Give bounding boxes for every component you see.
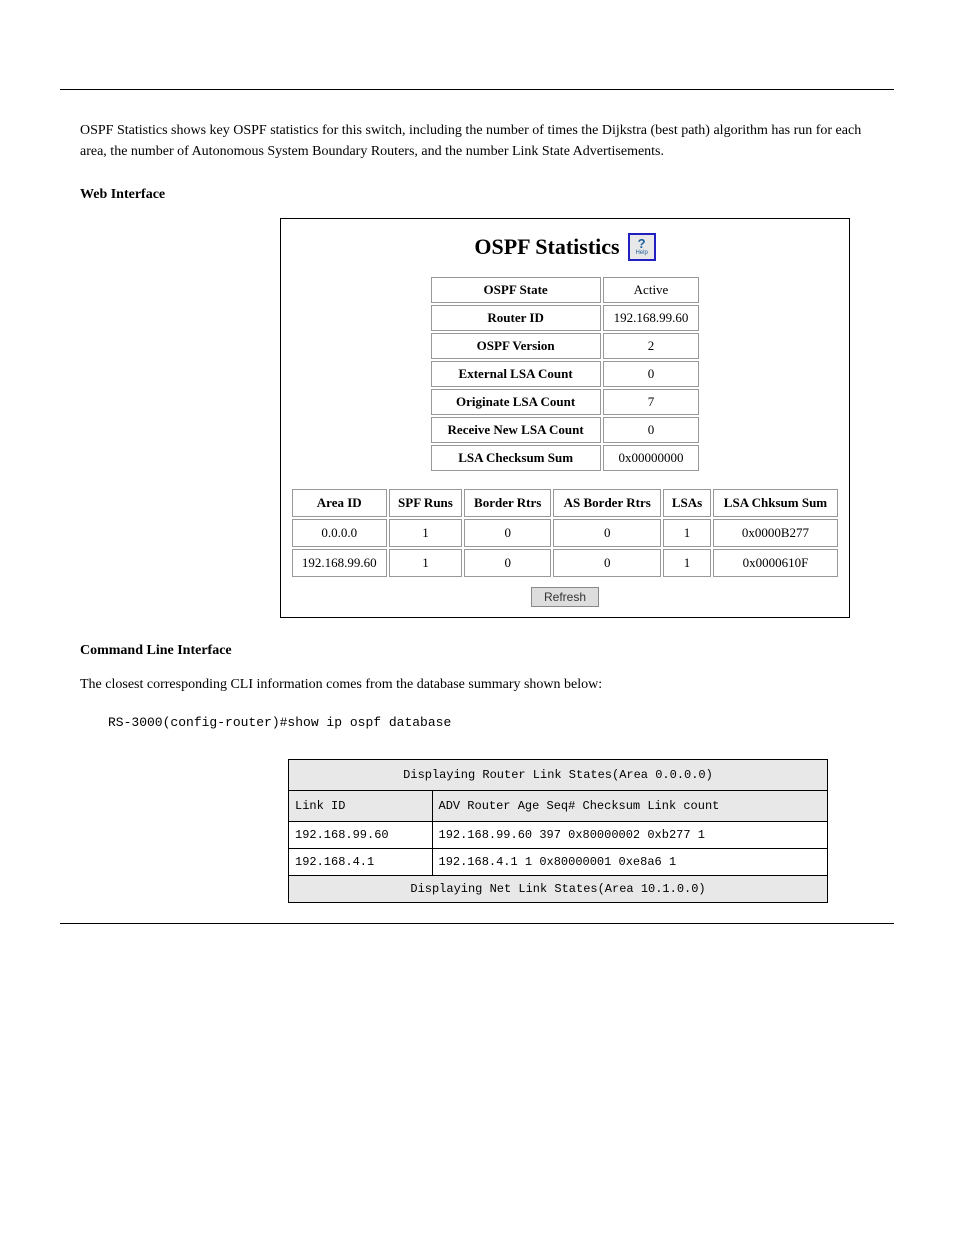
- area-cell: 1: [663, 549, 710, 577]
- cli-command-block: RS-3000(config-router)#show ip ospf data…: [108, 713, 874, 734]
- cli-prompt: RS-3000(config-router)#show ip ospf data…: [108, 715, 451, 730]
- intro-paragraph: OSPF Statistics shows key OSPF statistic…: [80, 120, 874, 162]
- summary-value: 192.168.99.60: [603, 305, 700, 331]
- help-icon[interactable]: ? Help: [628, 233, 656, 261]
- summary-value: 0: [603, 361, 700, 387]
- cli-col-header: Link ID: [289, 790, 433, 821]
- cli-span-row: Displaying Net Link States(Area 10.1.0.0…: [289, 875, 828, 902]
- summary-label: OSPF State: [431, 277, 601, 303]
- area-col-header: Border Rtrs: [464, 489, 551, 517]
- refresh-button[interactable]: Refresh: [531, 587, 599, 607]
- ospf-summary-table: OSPF StateActiveRouter ID192.168.99.60OS…: [429, 275, 702, 473]
- area-cell: 192.168.99.60: [292, 549, 387, 577]
- help-icon-question: ?: [638, 238, 646, 250]
- area-cell: 1: [663, 519, 710, 547]
- cli-cell: 192.168.4.1 1 0x80000001 0xe8a6 1: [432, 848, 828, 875]
- area-col-header: LSAs: [663, 489, 710, 517]
- section-title-web: Web Interface: [80, 187, 874, 203]
- area-cell: 0: [464, 549, 551, 577]
- area-cell: 0: [464, 519, 551, 547]
- cli-cell: 192.168.99.60: [289, 821, 433, 848]
- cli-cell: 192.168.99.60 397 0x80000002 0xb277 1: [432, 821, 828, 848]
- table-row: 0.0.0.010010x0000B277: [292, 519, 838, 547]
- area-cell: 0x0000B277: [713, 519, 839, 547]
- ospf-area-table: Area IDSPF RunsBorder RtrsAS Border Rtrs…: [290, 487, 840, 579]
- table-row: 192.168.4.1192.168.4.1 1 0x80000001 0xe8…: [289, 848, 828, 875]
- summary-label: OSPF Version: [431, 333, 601, 359]
- summary-value: 0: [603, 417, 700, 443]
- area-cell: 0: [553, 549, 661, 577]
- cli-lead-text: The closest corresponding CLI informatio…: [80, 674, 874, 695]
- summary-label: Originate LSA Count: [431, 389, 601, 415]
- summary-value: Active: [603, 277, 700, 303]
- cli-cell: 192.168.4.1: [289, 848, 433, 875]
- area-cell: 0.0.0.0: [292, 519, 387, 547]
- summary-value: 7: [603, 389, 700, 415]
- summary-label: Router ID: [431, 305, 601, 331]
- figure-title: OSPF Statistics: [474, 234, 619, 260]
- section-title-cli: Command Line Interface: [80, 643, 874, 659]
- area-cell: 1: [389, 519, 463, 547]
- summary-value: 0x00000000: [603, 445, 700, 471]
- area-cell: 1: [389, 549, 463, 577]
- summary-label: External LSA Count: [431, 361, 601, 387]
- cli-table-header: Displaying Router Link States(Area 0.0.0…: [289, 759, 828, 790]
- area-cell: 0x0000610F: [713, 549, 839, 577]
- cli-col-header: ADV Router Age Seq# Checksum Link count: [432, 790, 828, 821]
- area-col-header: SPF Runs: [389, 489, 463, 517]
- cli-output-table: Displaying Router Link States(Area 0.0.0…: [288, 759, 828, 903]
- area-col-header: Area ID: [292, 489, 387, 517]
- ospf-statistics-figure: OSPF Statistics ? Help OSPF StateActiveR…: [280, 218, 850, 618]
- page-footer-rule: [60, 923, 894, 953]
- summary-label: Receive New LSA Count: [431, 417, 601, 443]
- help-icon-text: Help: [635, 250, 647, 256]
- figure-title-row: OSPF Statistics ? Help: [287, 233, 843, 261]
- page-header-rule: [60, 60, 894, 90]
- summary-value: 2: [603, 333, 700, 359]
- summary-label: LSA Checksum Sum: [431, 445, 601, 471]
- area-col-header: AS Border Rtrs: [553, 489, 661, 517]
- table-row: 192.168.99.60192.168.99.60 397 0x8000000…: [289, 821, 828, 848]
- cli-span-cell: Displaying Net Link States(Area 10.1.0.0…: [289, 875, 828, 902]
- area-col-header: LSA Chksum Sum: [713, 489, 839, 517]
- table-row: 192.168.99.6010010x0000610F: [292, 549, 838, 577]
- area-cell: 0: [553, 519, 661, 547]
